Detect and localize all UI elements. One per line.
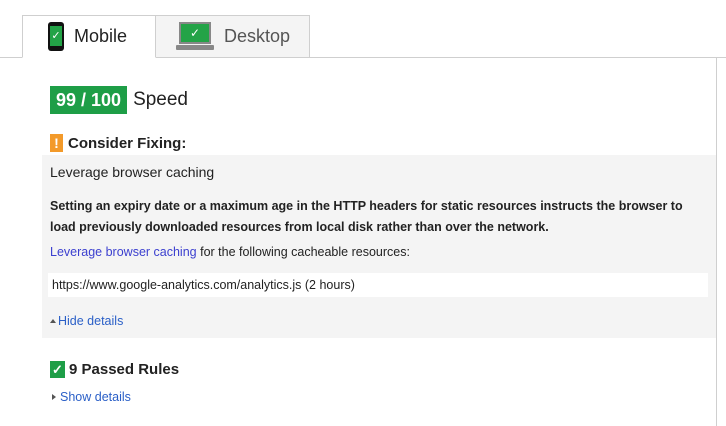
tab-mobile[interactable]: ✓ Mobile: [22, 15, 156, 58]
desktop-icon: ✓: [176, 21, 214, 52]
triangle-up-icon: [50, 319, 56, 323]
resource-item: https://www.google-analytics.com/analyti…: [48, 273, 708, 297]
resources-intro: Leverage browser caching for the followi…: [50, 245, 410, 259]
show-details-link[interactable]: Show details: [52, 390, 131, 404]
phone-icon: ✓: [48, 22, 64, 51]
tab-desktop-label: Desktop: [224, 26, 291, 46]
score-label: Speed: [133, 89, 189, 110]
resources-intro-suffix: for the following cacheable resources:: [196, 245, 410, 259]
triangle-right-icon: [52, 394, 56, 400]
tab-desktop[interactable]: ✓ Desktop: [156, 15, 310, 58]
score-badge: 99 / 100: [50, 86, 128, 114]
leverage-caching-link[interactable]: Leverage browser caching: [50, 245, 197, 259]
tab-mobile-label: Mobile: [74, 26, 128, 46]
passed-rules-heading: ✓ 9 Passed Rules: [50, 361, 179, 378]
rule-description: Setting an expiry date or a maximum age …: [50, 199, 683, 234]
passed-rules-label: 9 Passed Rules: [69, 361, 180, 378]
show-details-label: Show details: [60, 390, 131, 404]
rule-title[interactable]: Leverage browser caching: [50, 164, 214, 180]
hide-details-label: Hide details: [58, 314, 124, 328]
hide-details-link[interactable]: Hide details: [50, 314, 123, 328]
check-icon: ✓: [50, 361, 65, 378]
tab-bar: ✓ Mobile ✓ Desktop: [0, 0, 726, 58]
rule-panel: Leverage browser caching Setting an expi…: [42, 155, 716, 338]
consider-fixing-label: Consider Fixing:: [68, 134, 187, 152]
panel-border: [716, 58, 717, 426]
score-summary: 99 / 100 Speed: [50, 86, 188, 114]
consider-fixing-heading: ! Consider Fixing:: [50, 134, 186, 152]
warning-icon: !: [50, 134, 63, 152]
